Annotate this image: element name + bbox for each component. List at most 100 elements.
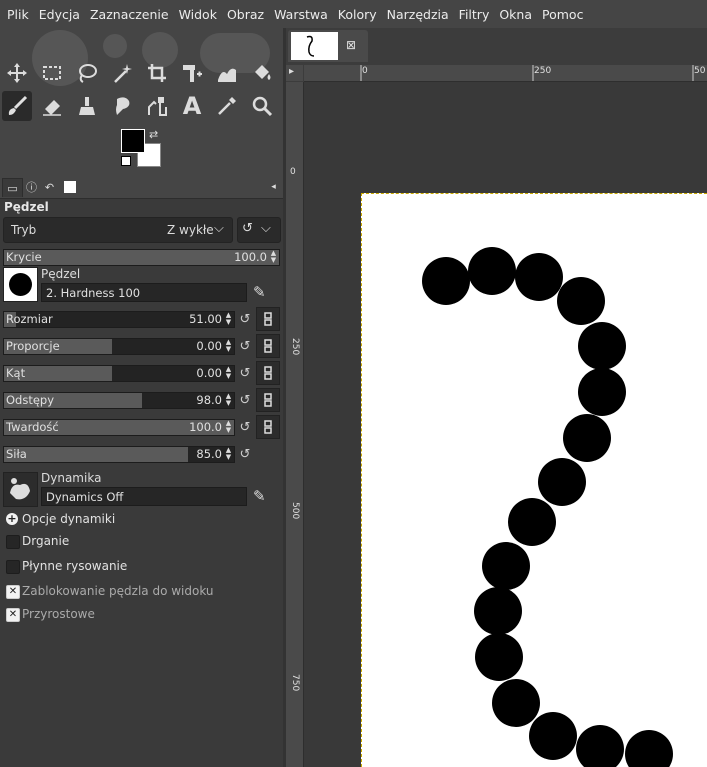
tool-options-tab-icon[interactable]: ▭ [2,178,23,197]
dynamics-options-expander[interactable]: Opcje dynamiki [22,512,115,526]
ruler-corner-icon[interactable]: ▸ [286,65,303,81]
menu-narzedzia[interactable]: Narzędzia [382,7,454,22]
link-icon[interactable] [256,334,280,358]
tool-options-panel: Pędzel Tryb Z wykłe ⌵ ↺ ⌵ Krycie 100.0 ▲… [0,198,283,767]
brush-name-field[interactable]: 2. Hardness 100 [41,283,247,302]
color-picker-icon[interactable] [212,91,242,121]
paintbrush-icon[interactable] [2,91,32,121]
force-label: Siła [6,447,27,461]
reset-icon[interactable]: ↺ [237,338,253,354]
clone-icon[interactable] [72,91,102,121]
dock-tabs: ▭ ⓘ ↶ ◂ [0,176,283,198]
smooth-stroke-checkbox[interactable] [6,560,20,574]
size-label: Rozmiar [6,312,53,326]
menu-pomoc[interactable]: Pomoc [537,7,588,22]
foreground-color-swatch[interactable] [121,129,145,153]
menu-kolory[interactable]: Kolory [333,7,382,22]
transform-icon[interactable] [177,58,207,88]
bucket-fill-icon[interactable] [247,58,277,88]
mode-label: Tryb [11,223,37,237]
close-icon[interactable]: ⊠ [346,38,356,52]
menu-widok[interactable]: Widok [174,7,222,22]
force-slider[interactable]: Siła 85.0 ▲ ▼ [3,446,235,463]
eraser-icon[interactable] [37,91,67,121]
reset-icon[interactable]: ↺ [237,365,253,381]
menu-edycja[interactable]: Edycja [34,7,85,22]
brush-preview[interactable] [3,267,38,302]
jitter-label: Drganie [22,534,70,548]
mode-reset-dropdown[interactable]: ↺ ⌵ [237,217,281,243]
fuzzy-select-icon[interactable] [107,58,137,88]
undo-history-tab-icon[interactable]: ↶ [40,178,59,196]
mode-select[interactable]: Tryb Z wykłe ⌵ [3,217,233,243]
default-colors-icon[interactable] [121,156,131,166]
spacing-slider[interactable]: Odstępy 98.0 ▲ ▼ [3,392,235,409]
menu-okna[interactable]: Okna [494,7,537,22]
aspect-ratio-slider[interactable]: Proporcje 0.00 ▲ ▼ [3,338,235,355]
menu-obraz[interactable]: Obraz [222,7,269,22]
swap-colors-icon[interactable]: ⇄ [149,128,158,141]
dynamics-name-field[interactable]: Dynamics Off [41,487,247,506]
image-canvas[interactable] [361,193,707,767]
lock-brush-checkbox[interactable]: ✕ [6,585,20,599]
edit-dynamics-icon[interactable]: ✎ [253,487,266,505]
force-value: 85.0 [196,447,222,461]
spin-icon[interactable]: ▲ ▼ [269,250,278,264]
dynamics-preview[interactable] [3,472,38,507]
link-icon[interactable] [256,415,280,439]
ruler-tick-label: 500 [290,502,300,520]
rect-select-icon[interactable] [37,58,67,88]
link-icon[interactable] [256,307,280,331]
incremental-label: Przyrostowe [22,607,95,621]
ruler-ticks [360,65,694,81]
size-slider[interactable]: Rozmiar 51.00 ▲ ▼ [3,311,235,328]
link-icon[interactable] [256,388,280,412]
reset-icon[interactable]: ↺ [237,392,253,408]
spin-icon[interactable]: ▲ ▼ [224,393,233,407]
device-status-tab-icon[interactable]: ⓘ [22,178,41,196]
angle-label: Kąt [6,366,26,380]
brush-shape-icon [9,273,32,296]
zoom-icon[interactable] [247,91,277,121]
image-tab[interactable]: ⊠ [288,30,368,62]
move-tool-icon[interactable] [2,58,32,88]
jitter-checkbox[interactable] [6,535,20,549]
reset-icon[interactable]: ↺ [237,446,253,462]
spin-icon[interactable]: ▲ ▼ [224,366,233,380]
vertical-ruler[interactable]: 0 250 500 750 [286,82,304,767]
link-icon[interactable] [256,361,280,385]
expand-icon[interactable]: + [6,513,18,525]
images-tab-icon[interactable] [60,178,79,196]
reset-icon[interactable]: ↺ [237,311,253,327]
reset-icon[interactable]: ↺ [237,419,253,435]
smooth-stroke-label: Płynne rysowanie [22,559,128,573]
hardness-slider[interactable]: Twardość 100.0 ▲ ▼ [3,419,235,436]
reset-icon: ↺ [242,221,253,236]
menu-zaznaczenie[interactable]: Zaznaczenie [85,7,174,22]
menu-warstwa[interactable]: Warstwa [269,7,333,22]
edit-brush-icon[interactable]: ✎ [253,283,266,301]
text-tool-icon[interactable]: A [177,91,207,121]
horizontal-ruler[interactable]: 0 250 50 [304,65,707,82]
incremental-checkbox[interactable]: ✕ [6,608,20,622]
canvas-viewport[interactable] [304,82,707,767]
chevron-down-icon: ⌵ [214,221,224,236]
lasso-icon[interactable] [72,58,102,88]
spacing-value: 98.0 [196,393,222,407]
opacity-slider[interactable]: Krycie 100.0 ▲ ▼ [3,249,280,266]
crop-icon[interactable] [142,58,172,88]
fg-bg-colors[interactable]: ⇄ [121,128,163,171]
force-fill [4,447,188,462]
menu-filtry[interactable]: Filtry [454,7,495,22]
smudge-icon[interactable] [107,91,137,121]
dodge-burn-icon[interactable] [142,91,172,121]
warp-icon[interactable] [212,58,242,88]
mode-value: Z wykłe [167,223,214,237]
spin-icon[interactable]: ▲ ▼ [224,339,233,353]
spin-icon[interactable]: ▲ ▼ [224,312,233,326]
menu-plik[interactable]: Plik [0,7,34,22]
configure-tab-icon[interactable]: ◂ [264,178,283,196]
spin-icon[interactable]: ▲ ▼ [224,420,233,434]
spin-icon[interactable]: ▲ ▼ [224,447,233,461]
angle-slider[interactable]: Kąt 0.00 ▲ ▼ [3,365,235,382]
